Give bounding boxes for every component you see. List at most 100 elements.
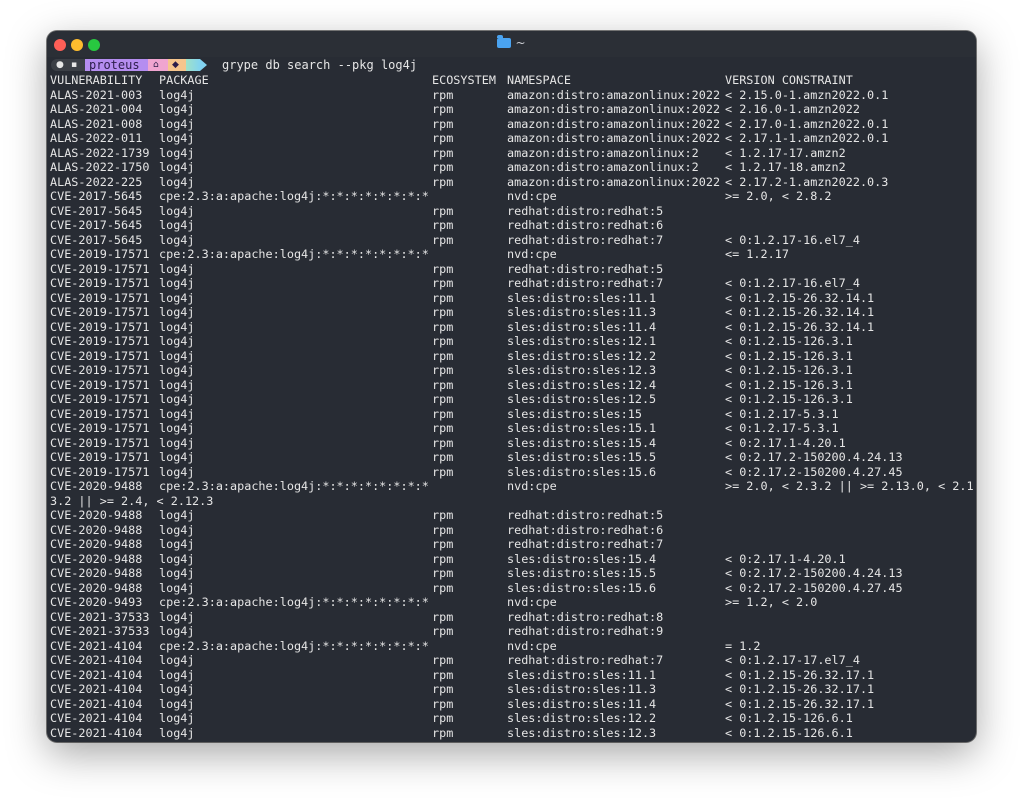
table-row: ALAS-2021-008 log4j rpm amazon:distro:amazo…	[50, 117, 975, 132]
namespace-cell: nvd:cpe	[507, 247, 557, 261]
version-constraint-cell: >= 2.0, < 2.3.2 || >= 2.13.0, < 2.13.2 |…	[50, 479, 974, 508]
package-name-cell: log4j	[159, 392, 195, 406]
window-title: ~	[47, 35, 976, 50]
prompt-os-segment: ● ▪	[51, 59, 85, 71]
table-row: CVE-2021-4104 log4j rpm sles:distro:sles:12…	[50, 726, 975, 741]
version-constraint-cell: < 2.17.2-1.amzn2022.0.3	[725, 174, 889, 189]
table-row: CVE-2021-4104 log4j rpm sles:distro:sles:11…	[50, 668, 975, 683]
ecosystem-cell: rpm	[432, 116, 454, 131]
package-name-cell: log4j	[159, 87, 195, 102]
table-row: CVE-2021-37533 log4j rpm redhat:distro:redh…	[50, 624, 975, 639]
ecosystem-cell: rpm	[432, 624, 454, 638]
package-name-cell: log4j	[159, 102, 195, 116]
package-name-cell: log4j	[159, 160, 195, 174]
ecosystem-cell: rpm	[432, 348, 454, 363]
vulnerability-id-cell: CVE-2020-9488	[50, 508, 143, 522]
terminal-icon: ▪	[71, 60, 78, 70]
vulnerability-id-cell: ALAS-2021-008	[50, 116, 143, 131]
prompt-user-segment: proteus	[85, 59, 148, 71]
package-name-cell: log4j	[159, 377, 195, 392]
namespace-cell: sles:distro:sles:15.4	[507, 435, 657, 450]
vulnerability-id-cell: CVE-2017-5645	[50, 232, 143, 247]
table-row: CVE-2020-9488 cpe:2.3:a:apache:log4j:*:*:…	[50, 479, 975, 508]
terminal-output[interactable]: VULNERABILITY PACKAGE ECOSYSTEM NAMESPAC…	[50, 73, 975, 740]
version-constraint-cell: < 0:1.2.15-26.32.14.1	[725, 305, 875, 319]
table-row: CVE-2021-37533 log4j rpm redhat:distro:redh…	[50, 610, 975, 625]
ecosystem-cell: rpm	[432, 522, 454, 537]
table-row: CVE-2019-17571 log4j rpm sles:distro:sles:1…	[50, 363, 975, 378]
vulnerability-id-cell: CVE-2017-5645	[50, 218, 143, 232]
title-bar: ~	[47, 31, 976, 57]
namespace-cell: redhat:distro:redhat:6	[507, 218, 664, 232]
table-row: CVE-2017-5645 log4j rpm redhat:distro:redha…	[50, 218, 975, 233]
version-constraint-cell: < 0:1.2.15-126.3.1	[725, 334, 853, 348]
table-row: ALAS-2022-1739 log4j rpm amazon:distro:amaz…	[50, 146, 975, 161]
version-constraint-cell: < 0:2.17.2-150200.4.27.45	[725, 580, 903, 595]
version-constraint-cell: < 0:1.2.15-26.32.14.1	[725, 290, 875, 305]
table-row: CVE-2020-9488 log4j rpm sles:distro:sles:15…	[50, 581, 975, 596]
table-row: ALAS-2022-1750 log4j rpm amazon:distro:amaz…	[50, 160, 975, 175]
version-constraint-cell: < 0:2.17.1-4.20.1	[725, 435, 846, 450]
vulnerability-id-cell: CVE-2021-4104	[50, 696, 143, 711]
ecosystem-cell: rpm	[432, 218, 454, 232]
vulnerability-id-cell: CVE-2019-17571	[50, 363, 150, 377]
table-header: VULNERABILITY PACKAGE ECOSYSTEM NAMESPAC…	[50, 73, 975, 88]
version-constraint-cell: < 0:1.2.15-26.32.17.1	[725, 667, 875, 682]
package-name-cell: log4j	[159, 624, 195, 638]
version-constraint-cell: < 2.16.0-1.amzn2022	[725, 102, 860, 116]
version-constraint-cell: < 2.15.0-1.amzn2022.0.1	[725, 87, 889, 102]
vulnerability-id-cell: CVE-2019-17571	[50, 276, 150, 290]
vulnerability-id-cell: CVE-2019-17571	[50, 377, 150, 392]
ecosystem-cell: rpm	[432, 305, 454, 319]
namespace-cell: redhat:distro:redhat:7	[507, 537, 664, 551]
version-constraint-cell: < 0:2.17.1-4.20.1	[725, 551, 846, 566]
ecosystem-cell: rpm	[432, 290, 454, 305]
package-name-cell: log4j	[159, 319, 195, 334]
version-constraint-cell: < 0:1.2.15-26.32.17.1	[725, 696, 875, 711]
ecosystem-cell: rpm	[432, 653, 454, 667]
table-row: CVE-2017-5645 log4j rpm redhat:distro:redha…	[50, 233, 975, 248]
package-name-cell: log4j	[159, 580, 195, 595]
folder-icon	[497, 35, 512, 48]
package-name-cell: log4j	[159, 305, 195, 319]
version-constraint-cell: < 0:1.2.15-126.3.1	[725, 348, 853, 363]
package-name-cell: log4j	[159, 566, 195, 580]
vulnerability-id-cell: CVE-2020-9488	[50, 580, 143, 595]
table-row: CVE-2019-17571 log4j rpm sles:distro:sles:1…	[50, 392, 975, 407]
table-row: CVE-2019-17571 log4j rpm sles:distro:sles:1…	[50, 320, 975, 335]
vulnerability-id-cell: CVE-2017-5645	[50, 203, 143, 218]
version-constraint-cell: >= 2.0, < 2.8.2	[725, 189, 832, 203]
terminal-window[interactable]: ~ ● ▪ proteus ⌂ ◆ grype db search --pkg …	[47, 31, 976, 742]
vulnerability-id-cell: CVE-2020-9488	[50, 551, 143, 566]
package-name-cell: log4j	[159, 725, 195, 740]
command-text[interactable]: grype db search --pkg log4j	[222, 57, 417, 73]
package-name-cell: log4j	[159, 450, 195, 464]
version-constraint-cell: < 0:2.17.2-150200.4.27.45	[725, 464, 903, 479]
table-row: CVE-2019-17571 log4j rpm sles:distro:sles:1…	[50, 465, 975, 480]
version-constraint-cell: < 0:2.17.2-150200.4.24.13	[725, 450, 903, 464]
version-constraint-cell: < 0:1.2.17-16.el7_4	[725, 276, 860, 290]
header-namespace: NAMESPACE	[507, 73, 571, 87]
namespace-cell: redhat:distro:redhat:7	[507, 653, 664, 667]
version-constraint-cell: < 0:1.2.15-126.6.1	[725, 711, 853, 725]
vulnerability-id-cell: CVE-2020-9488	[50, 537, 143, 551]
namespace-cell: sles:distro:sles:11.3	[507, 682, 657, 696]
vulnerability-id-cell: CVE-2019-17571	[50, 464, 150, 479]
namespace-cell: sles:distro:sles:15.5	[507, 450, 657, 464]
ecosystem-cell: rpm	[432, 406, 454, 421]
namespace-cell: sles:distro:sles:11.1	[507, 290, 657, 305]
table-row: CVE-2017-5645 cpe:2.3:a:apache:log4j:*:*:…	[50, 189, 975, 204]
vulnerability-id-cell: CVE-2019-17571	[50, 290, 150, 305]
vulnerability-id-cell: CVE-2021-4104	[50, 653, 143, 667]
namespace-cell: sles:distro:sles:11.4	[507, 696, 657, 711]
table-row: CVE-2019-17571 log4j rpm sles:distro:sles:1…	[50, 421, 975, 436]
namespace-cell: amazon:distro:amazonlinux:2022	[507, 102, 721, 116]
ecosystem-cell: rpm	[432, 725, 454, 740]
version-constraint-cell: < 2.17.0-1.amzn2022.0.1	[725, 116, 889, 131]
package-name-cell: log4j	[159, 696, 195, 711]
table-row: CVE-2020-9488 log4j rpm redhat:distro:redha…	[50, 508, 975, 523]
table-row: CVE-2019-17571 log4j rpm sles:distro:sles:1…	[50, 334, 975, 349]
package-name-cell: log4j	[159, 522, 195, 537]
namespace-cell: redhat:distro:redhat:5	[507, 203, 664, 218]
table-row: CVE-2019-17571 log4j rpm sles:distro:sles:1…	[50, 291, 975, 306]
